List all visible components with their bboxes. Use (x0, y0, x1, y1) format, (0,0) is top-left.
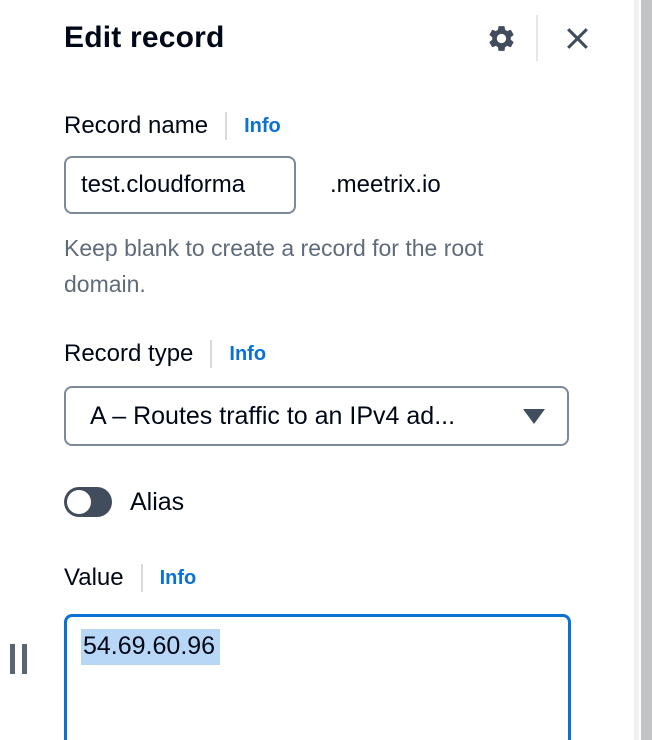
resize-bar (10, 644, 15, 674)
alias-label: Alias (130, 487, 185, 516)
domain-suffix: .meetrix.io (330, 171, 441, 198)
record-name-label-row: Record name Info (64, 110, 590, 142)
value-label: Value (64, 564, 124, 591)
edit-record-panel: Edit record Record name Info test.cloudf… (0, 0, 652, 740)
close-button[interactable] (560, 21, 594, 55)
label-divider (225, 112, 228, 140)
panel-body: Record name Info .meetrix.io Keep blank … (0, 110, 652, 740)
alias-field: Alias (64, 486, 590, 518)
record-type-field: Record type Info A – Routes traffic to a… (64, 338, 590, 446)
alias-toggle[interactable] (64, 487, 112, 517)
panel-header: Edit record (0, 0, 652, 62)
record-name-input-row: .meetrix.io (64, 156, 590, 214)
label-divider (140, 564, 143, 592)
record-type-selected-value: A – Routes traffic to an IPv4 ad... (90, 401, 456, 430)
toggle-knob-icon (67, 490, 91, 514)
resize-bar (22, 644, 27, 674)
scrollbar-track (634, 0, 639, 740)
record-type-info-link[interactable]: Info (229, 343, 266, 366)
value-textarea[interactable]: 54.69.60.96 (64, 614, 571, 740)
scrollbar[interactable] (634, 0, 652, 740)
settings-button[interactable] (484, 21, 518, 55)
value-label-row: Value Info (64, 562, 590, 594)
header-actions (484, 15, 594, 61)
record-name-info-link[interactable]: Info (244, 115, 281, 138)
record-name-input[interactable] (64, 156, 296, 214)
record-name-field: Record name Info .meetrix.io Keep blank … (64, 110, 590, 302)
label-divider (210, 340, 213, 368)
page-title: Edit record (64, 21, 225, 54)
record-type-label-row: Record type Info (64, 338, 590, 370)
record-name-label: Record name (64, 112, 209, 139)
selected-text: 54.69.60.96 (81, 629, 221, 665)
close-icon (566, 27, 588, 49)
value-info-link[interactable]: Info (160, 567, 197, 590)
record-type-select[interactable]: A – Routes traffic to an IPv4 ad... (64, 386, 569, 446)
record-type-label: Record type (64, 340, 194, 367)
panel-resize-handle-icon[interactable] (10, 644, 27, 674)
header-divider (536, 15, 538, 61)
gear-icon (488, 25, 514, 51)
scrollbar-thumb[interactable] (641, 0, 652, 740)
record-name-helper-text: Keep blank to create a record for the ro… (64, 235, 484, 297)
chevron-down-icon (523, 408, 545, 424)
value-field: Value Info 54.69.60.96 (64, 562, 590, 740)
